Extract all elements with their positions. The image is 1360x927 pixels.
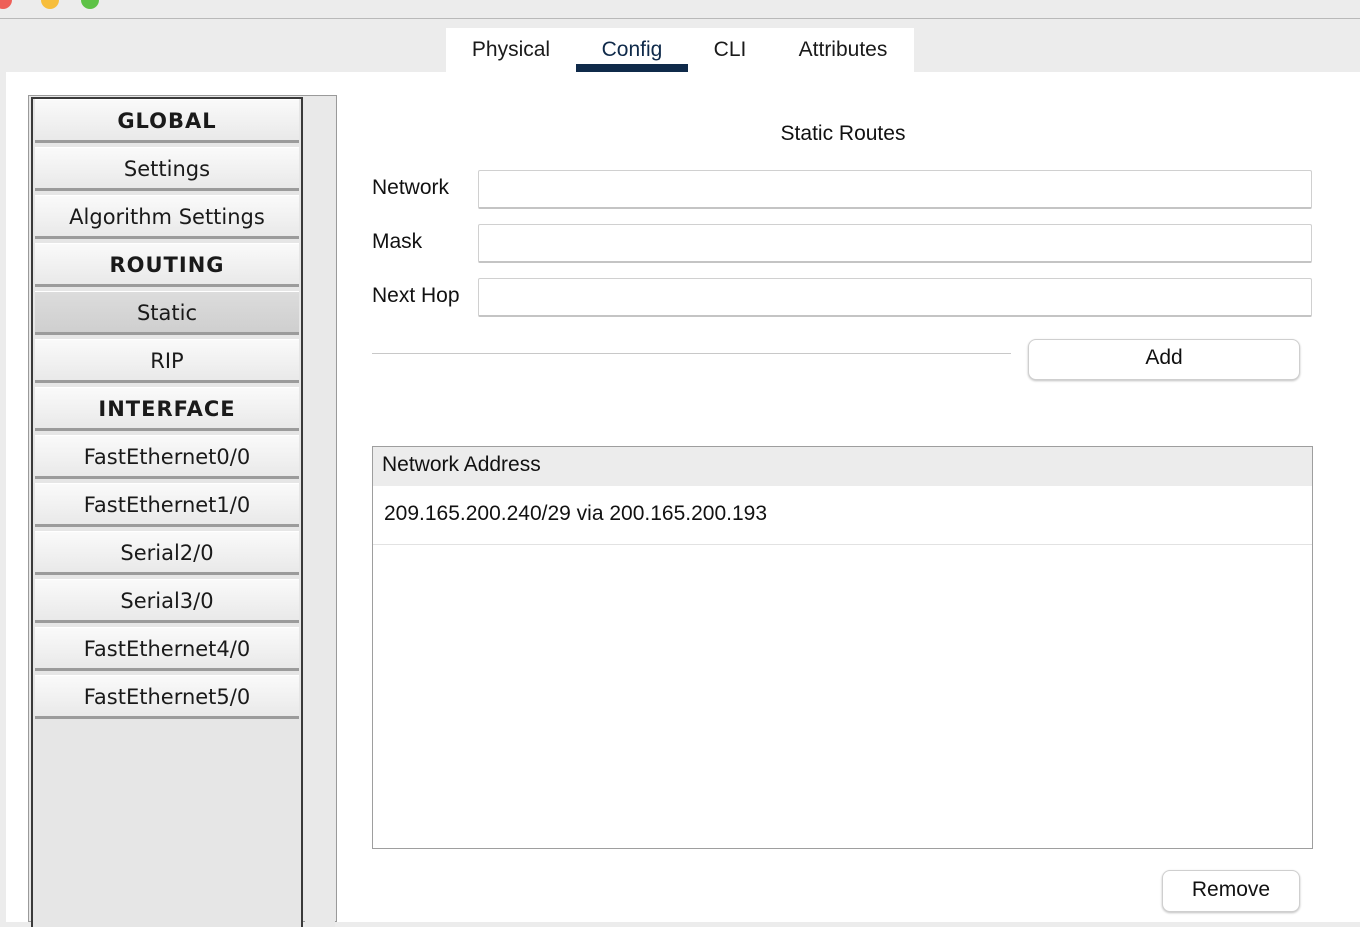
route-row[interactable]: 209.165.200.240/29 via 200.165.200.193 [373, 486, 1312, 545]
tab-cli-label: CLI [713, 38, 747, 61]
sidebar-item-fastethernet5-0[interactable]: FastEthernet5/0 [35, 675, 299, 719]
sidebar-item-fastethernet4-0[interactable]: FastEthernet4/0 [35, 627, 299, 671]
minimize-window-icon[interactable] [41, 0, 59, 9]
sidebar-header-global: GLOBAL [35, 99, 299, 143]
routes-list: Network Address 209.165.200.240/29 via 2… [372, 446, 1313, 849]
tab-physical-label: Physical [471, 38, 551, 61]
add-route-button[interactable]: Add [1028, 339, 1300, 380]
close-window-icon[interactable] [0, 0, 12, 9]
sidebar-header-routing: ROUTING [35, 243, 299, 287]
tab-attributes-label: Attributes [798, 38, 888, 61]
tab-bar: Physical Config CLI Attributes [446, 28, 914, 72]
sidebar-item-serial3-0[interactable]: Serial3/0 [35, 579, 299, 623]
config-sidebar: GLOBAL Settings Algorithm Settings ROUTI… [28, 95, 337, 927]
static-routes-title: Static Routes [780, 122, 906, 145]
zoom-window-icon[interactable] [81, 0, 99, 9]
network-input[interactable] [478, 170, 1312, 209]
sidebar-item-fastethernet0-0[interactable]: FastEthernet0/0 [35, 435, 299, 479]
network-label: Network [372, 176, 450, 199]
next-hop-input[interactable] [478, 278, 1312, 317]
routes-list-header: Network Address [373, 447, 1312, 486]
sidebar-item-static[interactable]: Static [35, 291, 299, 335]
next-hop-label: Next Hop [372, 284, 460, 307]
remove-route-button[interactable]: Remove [1162, 870, 1300, 912]
tab-attributes[interactable]: Attributes [772, 28, 914, 72]
sidebar-header-interface: INTERFACE [35, 387, 299, 431]
sidebar-item-algorithm-settings[interactable]: Algorithm Settings [35, 195, 299, 239]
sidebar-item-fastethernet1-0[interactable]: FastEthernet1/0 [35, 483, 299, 527]
tab-config[interactable]: Config [576, 28, 688, 72]
sidebar-list: GLOBAL Settings Algorithm Settings ROUTI… [31, 97, 303, 927]
mask-input[interactable] [478, 224, 1312, 263]
sidebar-item-settings[interactable]: Settings [35, 147, 299, 191]
tab-cli[interactable]: CLI [688, 28, 772, 72]
window-titlebar [0, 0, 1360, 19]
tab-config-label: Config [601, 38, 663, 61]
sidebar-scrollbar[interactable] [305, 97, 335, 927]
sidebar-item-serial2-0[interactable]: Serial2/0 [35, 531, 299, 575]
mask-label: Mask [372, 230, 423, 253]
tab-physical[interactable]: Physical [446, 28, 576, 72]
sidebar-item-rip[interactable]: RIP [35, 339, 299, 383]
separator-line [372, 353, 1011, 354]
active-tab-indicator [576, 64, 688, 72]
